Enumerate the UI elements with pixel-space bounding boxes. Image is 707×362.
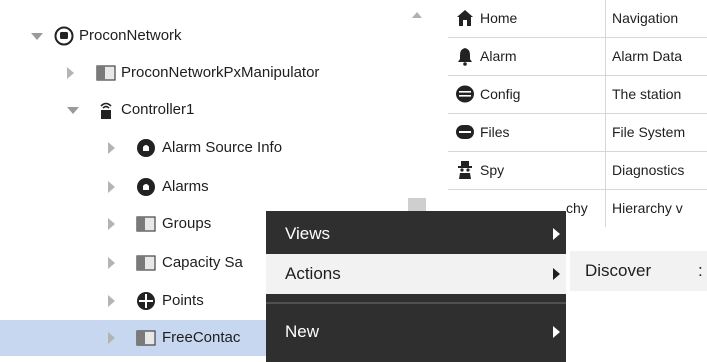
menu-item-label: Views bbox=[285, 224, 331, 243]
menu-separator bbox=[266, 302, 566, 304]
table-cell-label: Spy bbox=[480, 162, 505, 178]
table-cell-name: Spy bbox=[448, 152, 606, 189]
controller-icon bbox=[100, 102, 112, 119]
drive-icon bbox=[456, 125, 474, 139]
submenu-trailing: : bbox=[698, 261, 703, 280]
collapse-caret-icon[interactable] bbox=[108, 295, 115, 307]
database-icon bbox=[456, 85, 474, 103]
expand-caret-icon[interactable] bbox=[67, 107, 79, 114]
table-row[interactable]: Config The station bbox=[448, 76, 707, 114]
table-cell-description: Hierarchy v bbox=[612, 200, 683, 216]
submenu-arrow-icon bbox=[553, 228, 560, 240]
tree-item-label: ProconNetworkPxManipulator bbox=[121, 64, 320, 81]
context-menu: Views Actions New bbox=[266, 211, 566, 362]
table-cell-name: Alarm bbox=[448, 38, 606, 75]
tree-item-label: FreeContac bbox=[162, 329, 241, 346]
collapse-caret-icon[interactable] bbox=[108, 257, 115, 269]
table-cell-name: Home bbox=[448, 0, 606, 37]
table-cell-description: The station bbox=[612, 86, 682, 102]
table-cell-description: Alarm Data bbox=[612, 48, 683, 64]
bell-icon bbox=[458, 48, 472, 66]
table-cell-label: Files bbox=[480, 124, 510, 140]
spy-icon bbox=[458, 161, 472, 179]
tree-item-label: Alarms bbox=[162, 178, 209, 195]
table-cell-description: Navigation bbox=[612, 10, 679, 26]
menu-item-label: Actions bbox=[285, 264, 341, 283]
table-cell-label: chy bbox=[566, 200, 588, 216]
table-cell-label: Alarm bbox=[480, 48, 517, 64]
folder-icon bbox=[136, 330, 156, 346]
table-row[interactable]: Home Navigation bbox=[448, 0, 707, 38]
tree-item-pxmanipulator[interactable]: ProconNetworkPxManipulator bbox=[0, 55, 432, 91]
tree-item-label: ProconNetwork bbox=[79, 27, 182, 44]
collapse-caret-icon[interactable] bbox=[108, 181, 115, 193]
table-cell-label: Config bbox=[480, 86, 521, 102]
tree-item-label: Points bbox=[162, 292, 204, 309]
table-cell-name: Config bbox=[448, 76, 606, 113]
network-icon bbox=[54, 26, 74, 46]
table-row[interactable]: Spy Diagnostics bbox=[448, 152, 707, 190]
folder-icon bbox=[96, 65, 116, 81]
alarms-icon bbox=[137, 178, 155, 196]
menu-item-actions[interactable]: Actions bbox=[266, 254, 566, 294]
collapse-caret-icon[interactable] bbox=[108, 332, 115, 344]
submenu-item-discover[interactable]: Discover bbox=[585, 261, 651, 281]
tree-item-label: Controller1 bbox=[121, 101, 195, 118]
alarm-source-icon bbox=[137, 139, 155, 157]
home-icon bbox=[457, 10, 473, 26]
collapse-caret-icon[interactable] bbox=[108, 142, 115, 154]
tree-item-label: Groups bbox=[162, 215, 212, 232]
menu-item-label: New bbox=[285, 322, 320, 341]
expand-caret-icon[interactable] bbox=[31, 33, 43, 40]
tree-item-label: Alarm Source Info bbox=[162, 139, 283, 156]
menu-item-new[interactable]: New bbox=[266, 312, 566, 352]
table-row[interactable]: Alarm Alarm Data bbox=[448, 38, 707, 76]
folder-icon bbox=[136, 255, 156, 271]
table-cell-description: Diagnostics bbox=[612, 162, 685, 178]
menu-item-views[interactable]: Views bbox=[266, 214, 566, 254]
table-cell-description: File System bbox=[612, 124, 686, 140]
tree-item-controller1[interactable]: Controller1 bbox=[0, 92, 432, 128]
table-row[interactable]: Files File System bbox=[448, 114, 707, 152]
table-cell-label: Home bbox=[480, 10, 518, 26]
folder-icon bbox=[136, 216, 156, 232]
submenu-arrow-icon bbox=[553, 268, 560, 280]
collapse-caret-icon[interactable] bbox=[67, 67, 74, 79]
collapse-caret-icon[interactable] bbox=[108, 218, 115, 230]
submenu-arrow-icon bbox=[553, 326, 560, 338]
points-icon bbox=[137, 292, 155, 310]
table-cell-name: Files bbox=[448, 114, 606, 151]
actions-submenu: Discover : bbox=[570, 251, 707, 291]
tree-item-alarm-source-info[interactable]: Alarm Source Info bbox=[0, 130, 432, 166]
tree-item-proconnetwork[interactable]: ProconNetwork bbox=[0, 18, 432, 54]
tree-item-label: Capacity Sa bbox=[162, 254, 243, 271]
tree-item-alarms[interactable]: Alarms bbox=[0, 169, 432, 205]
